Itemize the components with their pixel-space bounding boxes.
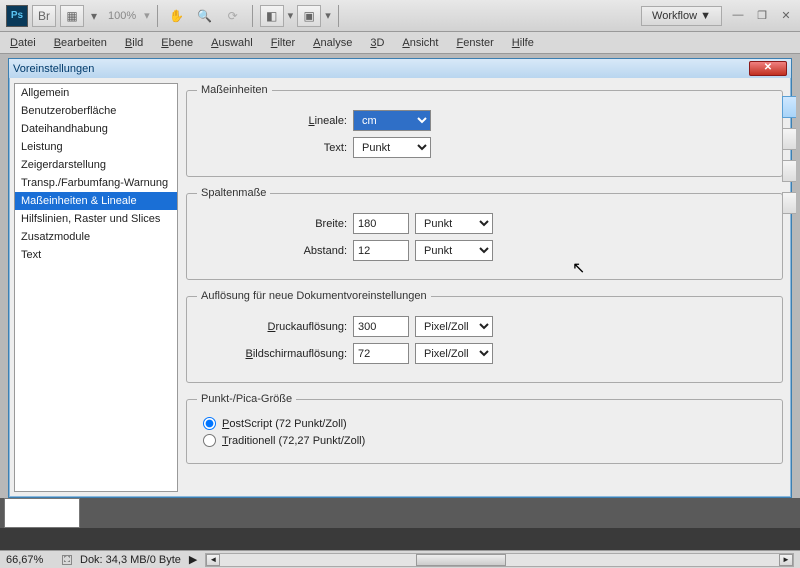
sidebar-item[interactable]: Zusatzmodule [15,228,177,246]
width-input[interactable] [353,213,409,234]
width-label: Breite: [197,218,347,230]
scroll-thumb[interactable] [416,554,506,566]
dropdown-icon[interactable]: ▾ [88,5,100,27]
prefs-category-list: Allgemein Benutzeroberfläche Dateihandha… [14,83,178,492]
postscript-radio[interactable] [203,417,216,430]
menu-datei[interactable]: Datei [10,37,36,49]
rulers-select[interactable]: cm [353,110,431,131]
screen-res-input[interactable] [353,343,409,364]
expand-icon[interactable]: ⛶ [62,555,72,565]
dropdown-icon[interactable]: ▾ [288,9,294,22]
rulers-label: Lineale: [197,115,347,127]
minimize-button[interactable]: — [730,9,746,23]
app-toolbar: Ps Br ▦ ▾ 100% ▾ ✋ 🔍 ⟳ ◧ ▾ ▣ ▾ Workflow … [0,0,800,32]
document-bar [0,528,800,550]
menu-bild[interactable]: Bild [125,37,143,49]
sidebar-item[interactable]: Transp./Farbumfang-Warnung [15,174,177,192]
preferences-dialog: Voreinstellungen ✕ Allgemein Benutzerobe… [8,58,792,498]
side-button[interactable] [782,128,796,150]
resolution-legend: Auflösung für neue Dokumentvoreinstellun… [197,290,431,302]
menu-ansicht[interactable]: Ansicht [402,37,438,49]
screen-res-label: Bildschirmauflösung: [197,348,347,360]
status-menu-arrow[interactable]: ▶ [189,553,197,566]
units-legend: Maßeinheiten [197,84,272,96]
sidebar-item[interactable]: Allgemein [15,84,177,102]
gap-unit-select[interactable]: Punkt [415,240,493,261]
gap-label: Abstand: [197,245,347,257]
bridge-button[interactable]: Br [32,5,56,27]
screen-res-unit-select[interactable]: Pixel/Zoll [415,343,493,364]
sidebar-item[interactable]: Hilfslinien, Raster und Slices [15,210,177,228]
gap-input[interactable] [353,240,409,261]
menu-hilfe[interactable]: Hilfe [512,37,534,49]
columns-group: Spaltenmaße Breite: Punkt Abstand: Punkt [186,187,783,280]
resolution-group: Auflösung für neue Dokumentvoreinstellun… [186,290,783,383]
units-group: Maßeinheiten Lineale: cm Text: Punkt [186,84,783,177]
sidebar-item[interactable]: Benutzeroberfläche [15,102,177,120]
traditional-label: Traditionell (72,27 Punkt/Zoll) [222,435,365,447]
arrange-button[interactable]: ▣ [297,5,321,27]
menu-bar: Datei Bearbeiten Bild Ebene Auswahl Filt… [0,32,800,54]
side-button[interactable] [782,96,796,118]
ps-logo-icon: Ps [6,5,28,27]
dialog-side-buttons [782,96,796,214]
dialog-titlebar: Voreinstellungen ✕ [9,59,791,78]
print-res-input[interactable] [353,316,409,337]
sidebar-item-selected[interactable]: Maßeinheiten & Lineale [15,192,177,210]
zoom-tool-icon[interactable]: 🔍 [193,5,217,27]
sidebar-item[interactable]: Leistung [15,138,177,156]
rotate-tool-icon[interactable]: ⟳ [221,5,245,27]
pica-legend: Punkt-/Pica-Größe [197,393,296,405]
sidebar-item[interactable]: Zeigerdarstellung [15,156,177,174]
dialog-close-button[interactable]: ✕ [749,61,787,76]
text-unit-select[interactable]: Punkt [353,137,431,158]
screen-mode-button[interactable]: ◧ [260,5,284,27]
menu-3d[interactable]: 3D [370,37,384,49]
sidebar-item[interactable]: Dateihandhabung [15,120,177,138]
zoom-level: 100% [108,10,136,22]
status-zoom[interactable]: 66,67% [6,554,54,566]
status-doc-size: Dok: 34,3 MB/0 Byte [80,554,181,566]
scroll-right-button[interactable]: ► [779,554,793,566]
scroll-left-button[interactable]: ◄ [206,554,220,566]
restore-button[interactable]: ❐ [754,9,770,23]
text-label: Text: [197,142,347,154]
menu-bearbeiten[interactable]: Bearbeiten [54,37,107,49]
hand-tool-icon[interactable]: ✋ [165,5,189,27]
width-unit-select[interactable]: Punkt [415,213,493,234]
menu-filter[interactable]: Filter [271,37,295,49]
menu-analyse[interactable]: Analyse [313,37,352,49]
view-extras-button[interactable]: ▦ [60,5,84,27]
ruler-origin [4,498,80,528]
sidebar-item[interactable]: Text [15,246,177,264]
status-bar: 66,67% ⛶ Dok: 34,3 MB/0 Byte ▶ ◄ ► [0,550,800,568]
dropdown-icon[interactable]: ▾ [325,9,331,22]
side-button[interactable] [782,192,796,214]
side-button[interactable] [782,160,796,182]
postscript-label: PostScript (72 Punkt/Zoll) [222,418,347,430]
dropdown-icon[interactable]: ▾ [144,9,150,22]
menu-fenster[interactable]: Fenster [456,37,493,49]
dialog-title: Voreinstellungen [13,63,94,75]
columns-legend: Spaltenmaße [197,187,270,199]
horizontal-scrollbar[interactable]: ◄ ► [205,553,794,567]
menu-auswahl[interactable]: Auswahl [211,37,253,49]
menu-ebene[interactable]: Ebene [161,37,193,49]
traditional-radio[interactable] [203,434,216,447]
workflow-button[interactable]: Workflow ▼ [641,6,722,26]
prefs-content: Maßeinheiten Lineale: cm Text: Punkt Spa… [178,78,791,497]
close-button[interactable]: ✕ [778,9,794,23]
pica-group: Punkt-/Pica-Größe PostScript (72 Punkt/Z… [186,393,783,464]
scroll-track[interactable] [220,554,779,566]
document-ruler [0,498,800,528]
print-res-label: Druckauflösung: [197,321,347,333]
print-res-unit-select[interactable]: Pixel/Zoll [415,316,493,337]
